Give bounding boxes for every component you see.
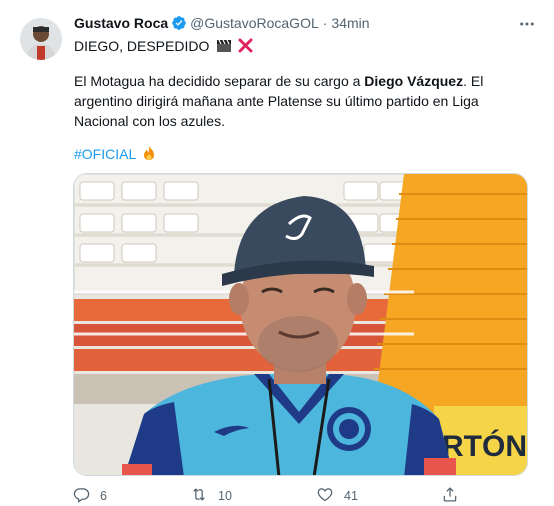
separator-dot: · [322, 15, 328, 31]
tweet-headline: DIEGO, DESPEDIDO [74, 38, 253, 56]
tweet-card[interactable]: Gustavo Roca @GustavoRocaGOL · 34min DIEGO,… [0, 0, 554, 504]
cross-mark-icon [238, 38, 253, 56]
body-text-bold: Diego Vázquez [364, 73, 464, 89]
author-avatar[interactable] [20, 18, 62, 60]
hashtag-link[interactable]: #OFICIAL [74, 145, 156, 164]
banner-text: RTÓN [442, 429, 527, 463]
like-count: 41 [344, 489, 358, 503]
retweet-icon [190, 486, 218, 506]
reply-count: 6 [100, 489, 107, 503]
retweet-count: 10 [218, 489, 232, 503]
body-text-start: El Motagua ha decidido separar de su car… [74, 73, 365, 89]
tweet-photo[interactable]: RTÓN [73, 173, 528, 476]
author-handle[interactable]: @GustavoRocaGOL [190, 15, 319, 31]
fire-icon [142, 145, 156, 164]
verified-badge-icon [171, 15, 187, 34]
like-button[interactable]: 41 [316, 486, 358, 506]
like-icon [316, 486, 344, 506]
retweet-button[interactable]: 10 [190, 486, 232, 506]
author-name[interactable]: Gustavo Roca [74, 15, 168, 31]
share-icon [441, 486, 469, 506]
share-button[interactable] [441, 486, 469, 506]
tweet-body: El Motagua ha decidido separar de su car… [74, 71, 534, 131]
headline-text: DIEGO, DESPEDIDO [74, 38, 210, 54]
timestamp[interactable]: 34min [331, 15, 369, 31]
more-icon[interactable] [518, 15, 536, 38]
tweet-actions: 6 10 41 [73, 486, 524, 506]
clapper-icon [216, 39, 232, 56]
tweet-header: Gustavo Roca @GustavoRocaGOL · 34min [74, 15, 538, 35]
reply-icon [73, 486, 100, 506]
reply-button[interactable]: 6 [73, 486, 107, 506]
hashtag-text[interactable]: #OFICIAL [74, 146, 136, 162]
